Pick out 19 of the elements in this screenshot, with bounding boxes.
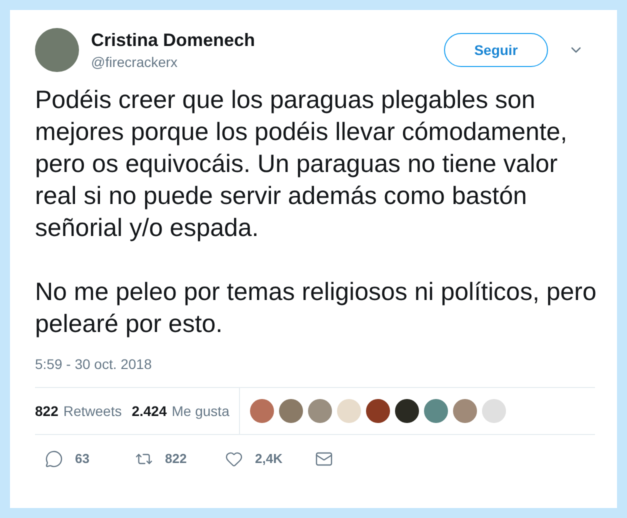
stat-count[interactable]: 822: [35, 400, 58, 422]
action-count: 822: [165, 450, 187, 468]
stat-label[interactable]: Retweets: [63, 400, 122, 422]
mail-icon[interactable]: [315, 450, 333, 468]
follow-button[interactable]: Seguir: [444, 33, 548, 67]
stat-count[interactable]: 2.424: [132, 400, 167, 422]
user-avatar[interactable]: [395, 399, 420, 423]
heart-icon[interactable]: [225, 450, 243, 468]
stat-label[interactable]: Me gusta: [172, 400, 230, 422]
tweet-timestamp[interactable]: 5:59 - 30 oct. 2018: [35, 354, 584, 375]
user-avatar[interactable]: [366, 399, 390, 423]
action-count: 63: [75, 450, 90, 468]
tweet-text: No me peleo por temas religiosos ni políticos, pero pelearé por esto.: [35, 277, 597, 340]
reply-icon[interactable]: [45, 450, 63, 468]
author-handle[interactable]: @firecrackerx: [91, 52, 256, 72]
author-name[interactable]: Cristina Domenech: [91, 28, 256, 52]
action-count: 2,4K: [255, 450, 282, 468]
avatar[interactable]: [35, 28, 79, 72]
tweet-text: Podéis creer que los paraguas plegables son mejores porque los podéis llevar cómodamente, pero os equivocáis. Un paraguas no tiene valor real si no puede servir además como bastón señorial y/o espada.: [35, 85, 568, 244]
